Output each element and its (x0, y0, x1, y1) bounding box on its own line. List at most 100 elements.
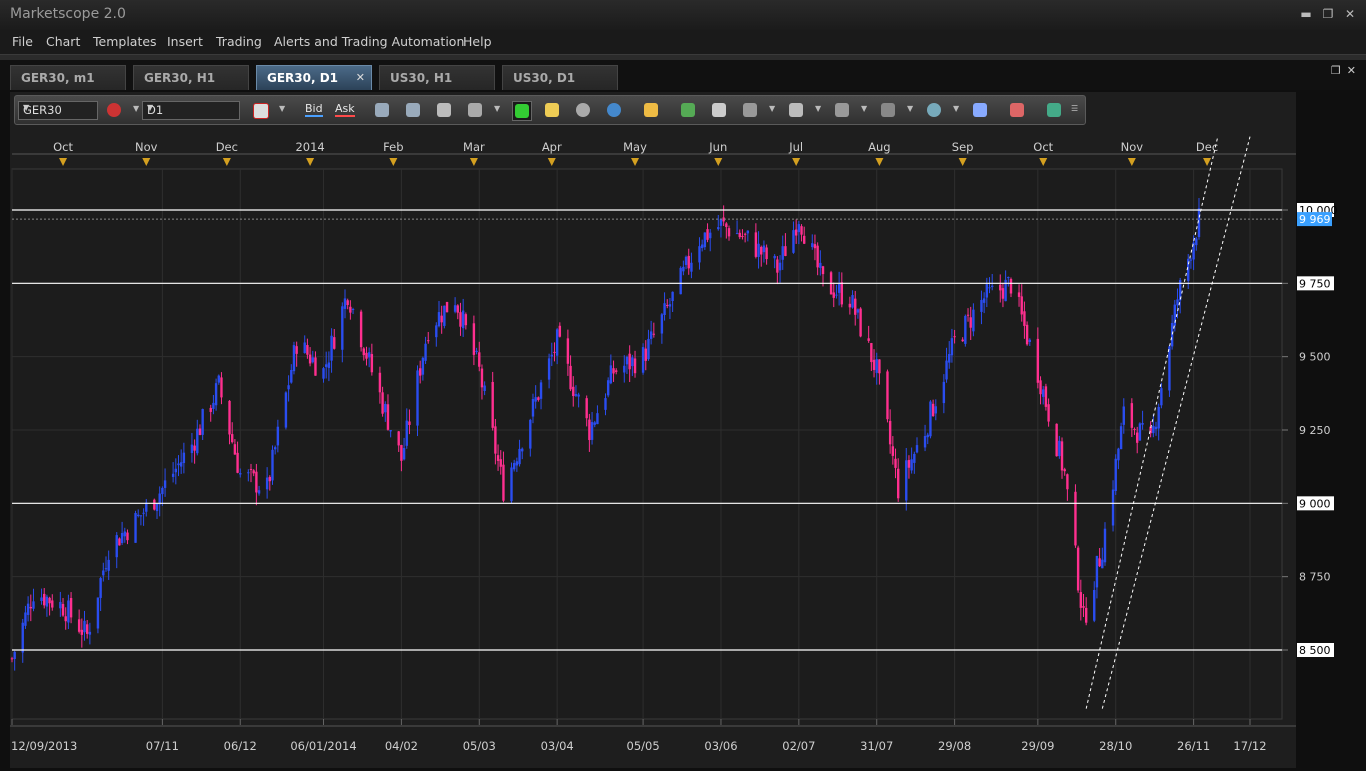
candle-body (284, 392, 288, 428)
eye-icon[interactable] (574, 101, 592, 119)
link-icon[interactable] (105, 101, 123, 119)
x-tick-label: 26/11 (1177, 739, 1210, 753)
candle-body (1170, 323, 1174, 347)
object-tree-icon[interactable] (1045, 101, 1063, 119)
menu-trading[interactable]: Trading (216, 34, 262, 49)
candle-body (314, 357, 317, 376)
candle-body (985, 284, 989, 298)
close-tab-icon[interactable]: ✕ (356, 71, 365, 84)
trend-line-icon[interactable] (879, 101, 897, 119)
tab-us30-h1[interactable]: US30, H1 (379, 65, 495, 90)
chevron-down-icon[interactable]: ▼ (815, 104, 821, 113)
chevron-down-icon[interactable]: ▼ (861, 104, 867, 113)
globe-icon[interactable] (605, 101, 623, 119)
close-chart-icon[interactable]: ✕ (1347, 64, 1356, 77)
candle-body (1101, 559, 1104, 569)
fibonacci-icon[interactable] (741, 101, 759, 119)
tab-ger30-h1[interactable]: GER30, H1 (133, 65, 249, 90)
toolbar-overflow-icon[interactable]: ☰ (1071, 104, 1078, 113)
candle-body (623, 365, 626, 373)
chart-area[interactable]: Oct Nov Dec 2014 Feb Mar Apr May Jun Jul Aug Sep Oct… (0, 132, 1366, 768)
candle-body (64, 616, 67, 622)
candle-body (577, 394, 580, 397)
ruler-icon[interactable] (642, 101, 660, 119)
candle-body (126, 532, 129, 541)
zoom-in-icon[interactable] (373, 101, 391, 119)
candle-body (870, 343, 873, 363)
price-chart[interactable]: Oct Nov Dec 2014 Feb Mar Apr May Jun Jul Aug Sep Oct… (0, 132, 1366, 768)
candle-body (816, 245, 819, 268)
note-icon[interactable] (543, 101, 561, 119)
candle-body (134, 512, 137, 543)
candle-body (453, 305, 457, 312)
ellipse-icon[interactable] (925, 101, 943, 119)
timeframe-select[interactable]: D1 ▼ (142, 101, 240, 120)
ask-button[interactable]: Ask (335, 102, 355, 117)
chart-type-icon[interactable] (251, 101, 269, 119)
x-tick-label: 03/06 (704, 739, 737, 753)
tab-ger30-m1[interactable]: GER30, m1 (10, 65, 126, 90)
candle-body (287, 385, 290, 390)
channel-icon[interactable] (787, 101, 805, 119)
tab-ger30-d1[interactable]: GER30, D1 ✕ (256, 65, 372, 90)
zoom-out-icon[interactable] (404, 101, 422, 119)
candle-body (550, 354, 553, 357)
add-indicator-icon[interactable] (679, 101, 697, 119)
symbol-select[interactable]: GER30 ▼ (18, 101, 98, 120)
menu-templates[interactable]: Templates (93, 34, 157, 49)
crosshair-icon[interactable] (466, 101, 484, 119)
gann-fan-icon[interactable] (833, 101, 851, 119)
candle-body (615, 370, 618, 372)
menu-file[interactable]: File (12, 34, 33, 49)
candle-body (1028, 339, 1031, 343)
candle-body (929, 401, 932, 437)
candle-body (214, 383, 218, 406)
chevron-down-icon[interactable]: ▼ (279, 104, 285, 113)
tab-us30-d1[interactable]: US30, D1 (502, 65, 618, 90)
candle-body (821, 266, 825, 275)
candle-body (247, 472, 250, 474)
candle-body (1133, 428, 1136, 430)
candle-body (891, 446, 895, 456)
chevron-down-icon[interactable]: ▼ (953, 104, 959, 113)
candle-body (209, 407, 212, 412)
candle-body (494, 426, 497, 454)
restore-chart-icon[interactable]: ❐ (1331, 64, 1341, 77)
cursor-icon[interactable] (435, 101, 453, 119)
window-controls: ▬ ❐ ✕ (1298, 6, 1358, 22)
candle-body (367, 352, 371, 358)
restore-icon[interactable]: ❐ (1320, 6, 1336, 22)
candle-body (217, 375, 220, 383)
auto-scroll-icon[interactable] (512, 101, 532, 121)
candle-body (386, 404, 390, 430)
candle-body (161, 487, 164, 495)
chevron-down-icon[interactable]: ▼ (494, 104, 500, 113)
chevron-down-icon[interactable]: ▼ (133, 104, 139, 113)
text-icon[interactable] (971, 101, 989, 119)
candle-body (43, 593, 46, 606)
menu-alerts[interactable]: Alerts and Trading Automation (274, 34, 464, 49)
candle-body (120, 533, 124, 543)
candle-body (851, 295, 854, 308)
candle-body (593, 422, 596, 425)
candle-body (1060, 441, 1064, 471)
month-label: Oct (1033, 140, 1053, 154)
candle-body (153, 499, 156, 510)
candle-body (29, 606, 32, 609)
candle-body (502, 464, 505, 501)
minimize-icon[interactable]: ▬ (1298, 6, 1314, 22)
x-tick-label: 07/11 (146, 739, 179, 753)
candle-body (177, 463, 180, 466)
menu-help[interactable]: Help (463, 34, 492, 49)
chevron-down-icon[interactable]: ▼ (907, 104, 913, 113)
chevron-down-icon[interactable]: ▼ (769, 104, 775, 113)
eraser-icon[interactable] (1008, 101, 1026, 119)
bid-button[interactable]: Bid (305, 102, 323, 117)
menu-chart[interactable]: Chart (46, 34, 80, 49)
candle-body (142, 512, 145, 514)
candle-body (88, 631, 92, 635)
close-icon[interactable]: ✕ (1342, 6, 1358, 22)
add-oscillator-icon[interactable] (710, 101, 728, 119)
candle-body (13, 651, 16, 660)
menu-insert[interactable]: Insert (167, 34, 203, 49)
